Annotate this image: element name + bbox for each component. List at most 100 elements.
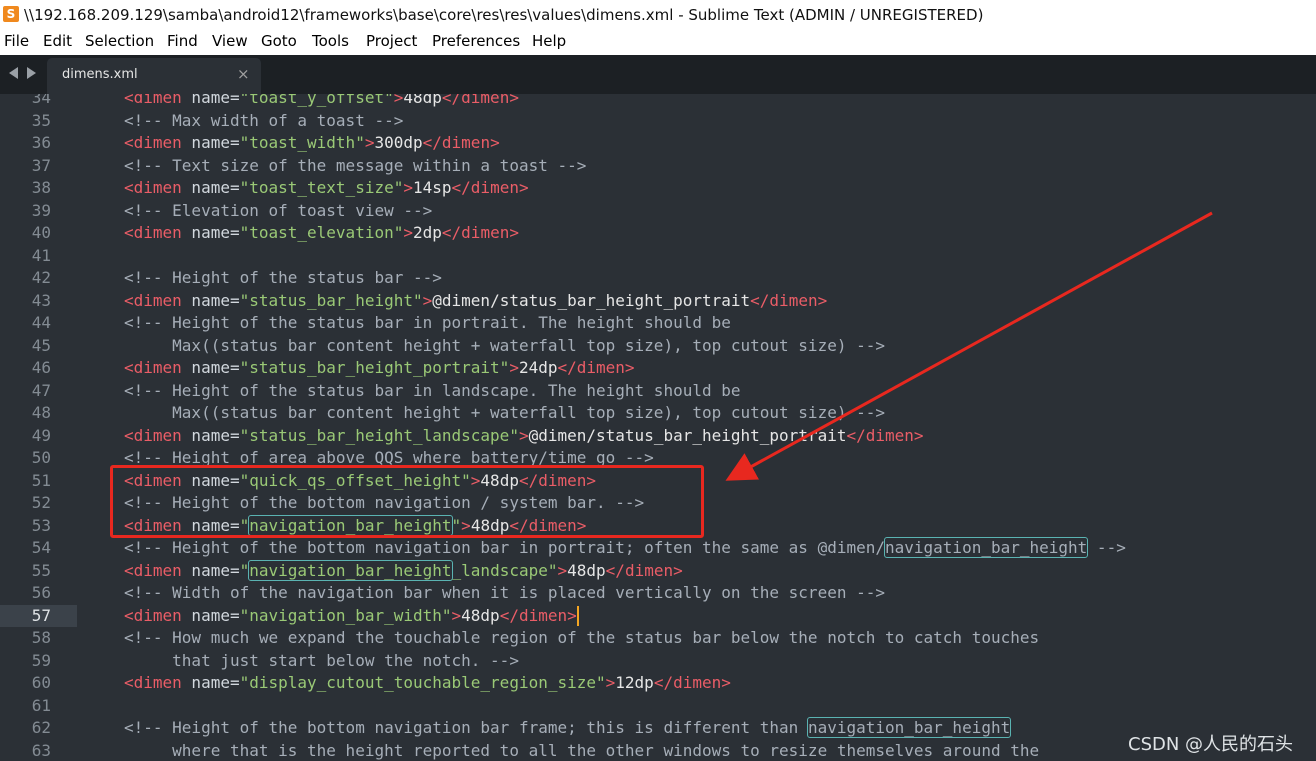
line-number: 37 <box>31 155 51 175</box>
line-number: 50 <box>31 448 51 467</box>
code-token: > <box>461 515 471 535</box>
line-number: 41 <box>31 245 51 265</box>
code-token: <!-- Height of the bottom navigation bar… <box>124 538 885 557</box>
code-token: 24dp <box>518 358 558 377</box>
code-line[interactable]: <dimen name="navigation_bar_height">48dp… <box>124 514 586 537</box>
code-line[interactable]: <dimen name="display_cutout_touchable_re… <box>124 672 731 694</box>
code-line[interactable]: <!-- Height of the bottom navigation / s… <box>124 492 644 514</box>
menu-goto[interactable]: Goto <box>261 32 297 50</box>
code-token: "navigation_bar_width" <box>239 605 452 625</box>
code-line[interactable]: <dimen name="status_bar_height">@dimen/s… <box>124 290 827 312</box>
code-token: <!-- How much we expand the touchable re… <box>124 628 1040 647</box>
code-token: </dimen> <box>499 605 577 625</box>
line-number: 42 <box>31 268 51 287</box>
editor[interactable]: 34 35 36 37 38 39 40 41 42 43 44 45 46 47 48 49 50 51 52 53… <box>0 94 1316 761</box>
code-line[interactable]: <!-- Height of the status bar in landsca… <box>124 380 741 402</box>
line-number: 51 <box>31 470 51 490</box>
code-token: </dimen> <box>422 133 500 152</box>
code-token: <dimen <box>124 290 182 310</box>
menu-help[interactable]: Help <box>532 32 566 50</box>
code-token: "toast_text_size" <box>239 178 404 197</box>
code-token: <!-- Height of the status bar --> <box>124 268 442 287</box>
code-token: </dimen> <box>441 94 519 107</box>
code-token: "status_bar_height_portrait" <box>239 358 510 377</box>
code-line[interactable]: <dimen name="quick_qs_offset_height">48d… <box>124 470 596 492</box>
code-token: "display_cutout_touchable_region_size" <box>239 673 606 692</box>
code-area[interactable]: <dimen name="toast_y_offset">48dp</dimen… <box>77 94 1316 761</box>
menu-tools[interactable]: Tools <box>312 32 349 50</box>
code-line[interactable]: <!-- Max width of a toast --> <box>124 110 403 132</box>
code-line[interactable]: <!-- How much we expand the touchable re… <box>124 627 1039 649</box>
code-line[interactable]: <!-- Height of area above QQS where batt… <box>124 447 654 469</box>
line-number: 49 <box>31 425 51 445</box>
code-token: " <box>239 515 250 535</box>
code-token: <!-- Text size of the message within a t… <box>124 155 587 175</box>
menu-find[interactable]: Find <box>167 32 198 50</box>
line-number: 38 <box>31 178 51 197</box>
find-match-highlight: navigation_bar_height <box>248 559 453 581</box>
menu-edit[interactable]: Edit <box>43 32 72 50</box>
code-token: <!-- Width of the navigation bar when it… <box>124 583 885 602</box>
code-token: > <box>393 94 404 107</box>
code-token: > <box>605 673 616 692</box>
code-token: _landscape" <box>451 560 558 580</box>
code-line[interactable]: <!-- Height of the status bar --> <box>124 267 442 289</box>
tab-close-icon[interactable]: × <box>237 65 250 83</box>
code-token: <!-- Height of the status bar in portrai… <box>124 313 731 332</box>
code-line[interactable]: <!-- Elevation of toast view --> <box>124 200 432 222</box>
code-token: <dimen <box>124 94 182 107</box>
code-line[interactable]: where that is the height reported to all… <box>124 740 1039 761</box>
code-token: name= <box>181 470 240 490</box>
code-line[interactable]: <dimen name="status_bar_height_portrait"… <box>124 357 635 379</box>
code-line[interactable]: Max((status bar content height + waterfa… <box>124 335 885 357</box>
sublime-text-icon: S <box>3 6 19 22</box>
code-line[interactable]: that just start below the notch. --> <box>124 650 519 672</box>
code-token: <dimen <box>124 358 182 377</box>
code-line[interactable]: <dimen name="navigation_bar_height_lands… <box>124 559 683 582</box>
code-line[interactable]: <!-- Height of the bottom navigation bar… <box>124 537 1126 559</box>
code-line[interactable]: <dimen name="toast_text_size">14sp</dime… <box>124 177 529 199</box>
menu-file[interactable]: File <box>4 32 29 50</box>
code-token: 12dp <box>615 673 654 692</box>
code-token: <!-- Max width of a toast --> <box>124 110 404 130</box>
find-match-highlight: navigation_bar_height <box>248 514 453 536</box>
code-token: "toast_y_offset" <box>239 94 394 107</box>
tab-dimens-xml[interactable]: dimens.xml × <box>47 58 261 94</box>
code-token: <dimen <box>124 605 182 625</box>
code-line[interactable]: <dimen name="toast_elevation">2dp</dimen… <box>124 222 519 244</box>
line-number: 45 <box>31 335 51 355</box>
code-token: <!-- Height of the status bar in landsca… <box>124 380 741 400</box>
code-line[interactable]: <dimen name="toast_y_offset">48dp</dimen… <box>124 94 519 109</box>
code-token: 2dp <box>413 223 442 242</box>
menu-view[interactable]: View <box>212 32 248 50</box>
menu-project[interactable]: Project <box>366 32 417 50</box>
code-token: </dimen> <box>518 470 597 490</box>
code-token: Max((status bar content height + waterfa… <box>124 335 885 355</box>
line-number: 58 <box>31 628 51 647</box>
menu-selection[interactable]: Selection <box>85 32 154 50</box>
code-token: <dimen <box>124 133 182 152</box>
code-token: <dimen <box>124 425 182 445</box>
line-number: 39 <box>31 200 51 220</box>
line-number: 60 <box>31 673 51 692</box>
code-line[interactable]: <dimen name="navigation_bar_width">48dp<… <box>124 605 579 627</box>
text-cursor <box>576 606 579 626</box>
code-token: <dimen <box>124 560 182 580</box>
code-line[interactable]: <!-- Height of the bottom navigation bar… <box>124 717 1012 739</box>
code-line[interactable]: <!-- Text size of the message within a t… <box>124 155 586 177</box>
code-token: --> <box>1087 538 1126 557</box>
code-line[interactable]: <dimen name="status_bar_height_landscape… <box>124 425 924 447</box>
code-line[interactable]: <dimen name="toast_width">300dp</dimen> <box>124 132 500 154</box>
code-token: </dimen> <box>750 290 828 310</box>
code-line[interactable]: <!-- Width of the navigation bar when it… <box>124 582 885 604</box>
menu-preferences[interactable]: Preferences <box>432 32 520 50</box>
code-token: name= <box>181 358 240 377</box>
tab-next-arrow-icon[interactable] <box>27 67 36 79</box>
line-number: 63 <box>31 740 51 760</box>
line-number: 46 <box>31 358 51 377</box>
line-number: 44 <box>31 313 51 332</box>
line-number: 40 <box>31 223 51 242</box>
code-line[interactable]: <!-- Height of the status bar in portrai… <box>124 312 731 334</box>
tab-prev-arrow-icon[interactable] <box>9 67 18 79</box>
code-line[interactable]: Max((status bar content height + waterfa… <box>124 402 885 424</box>
